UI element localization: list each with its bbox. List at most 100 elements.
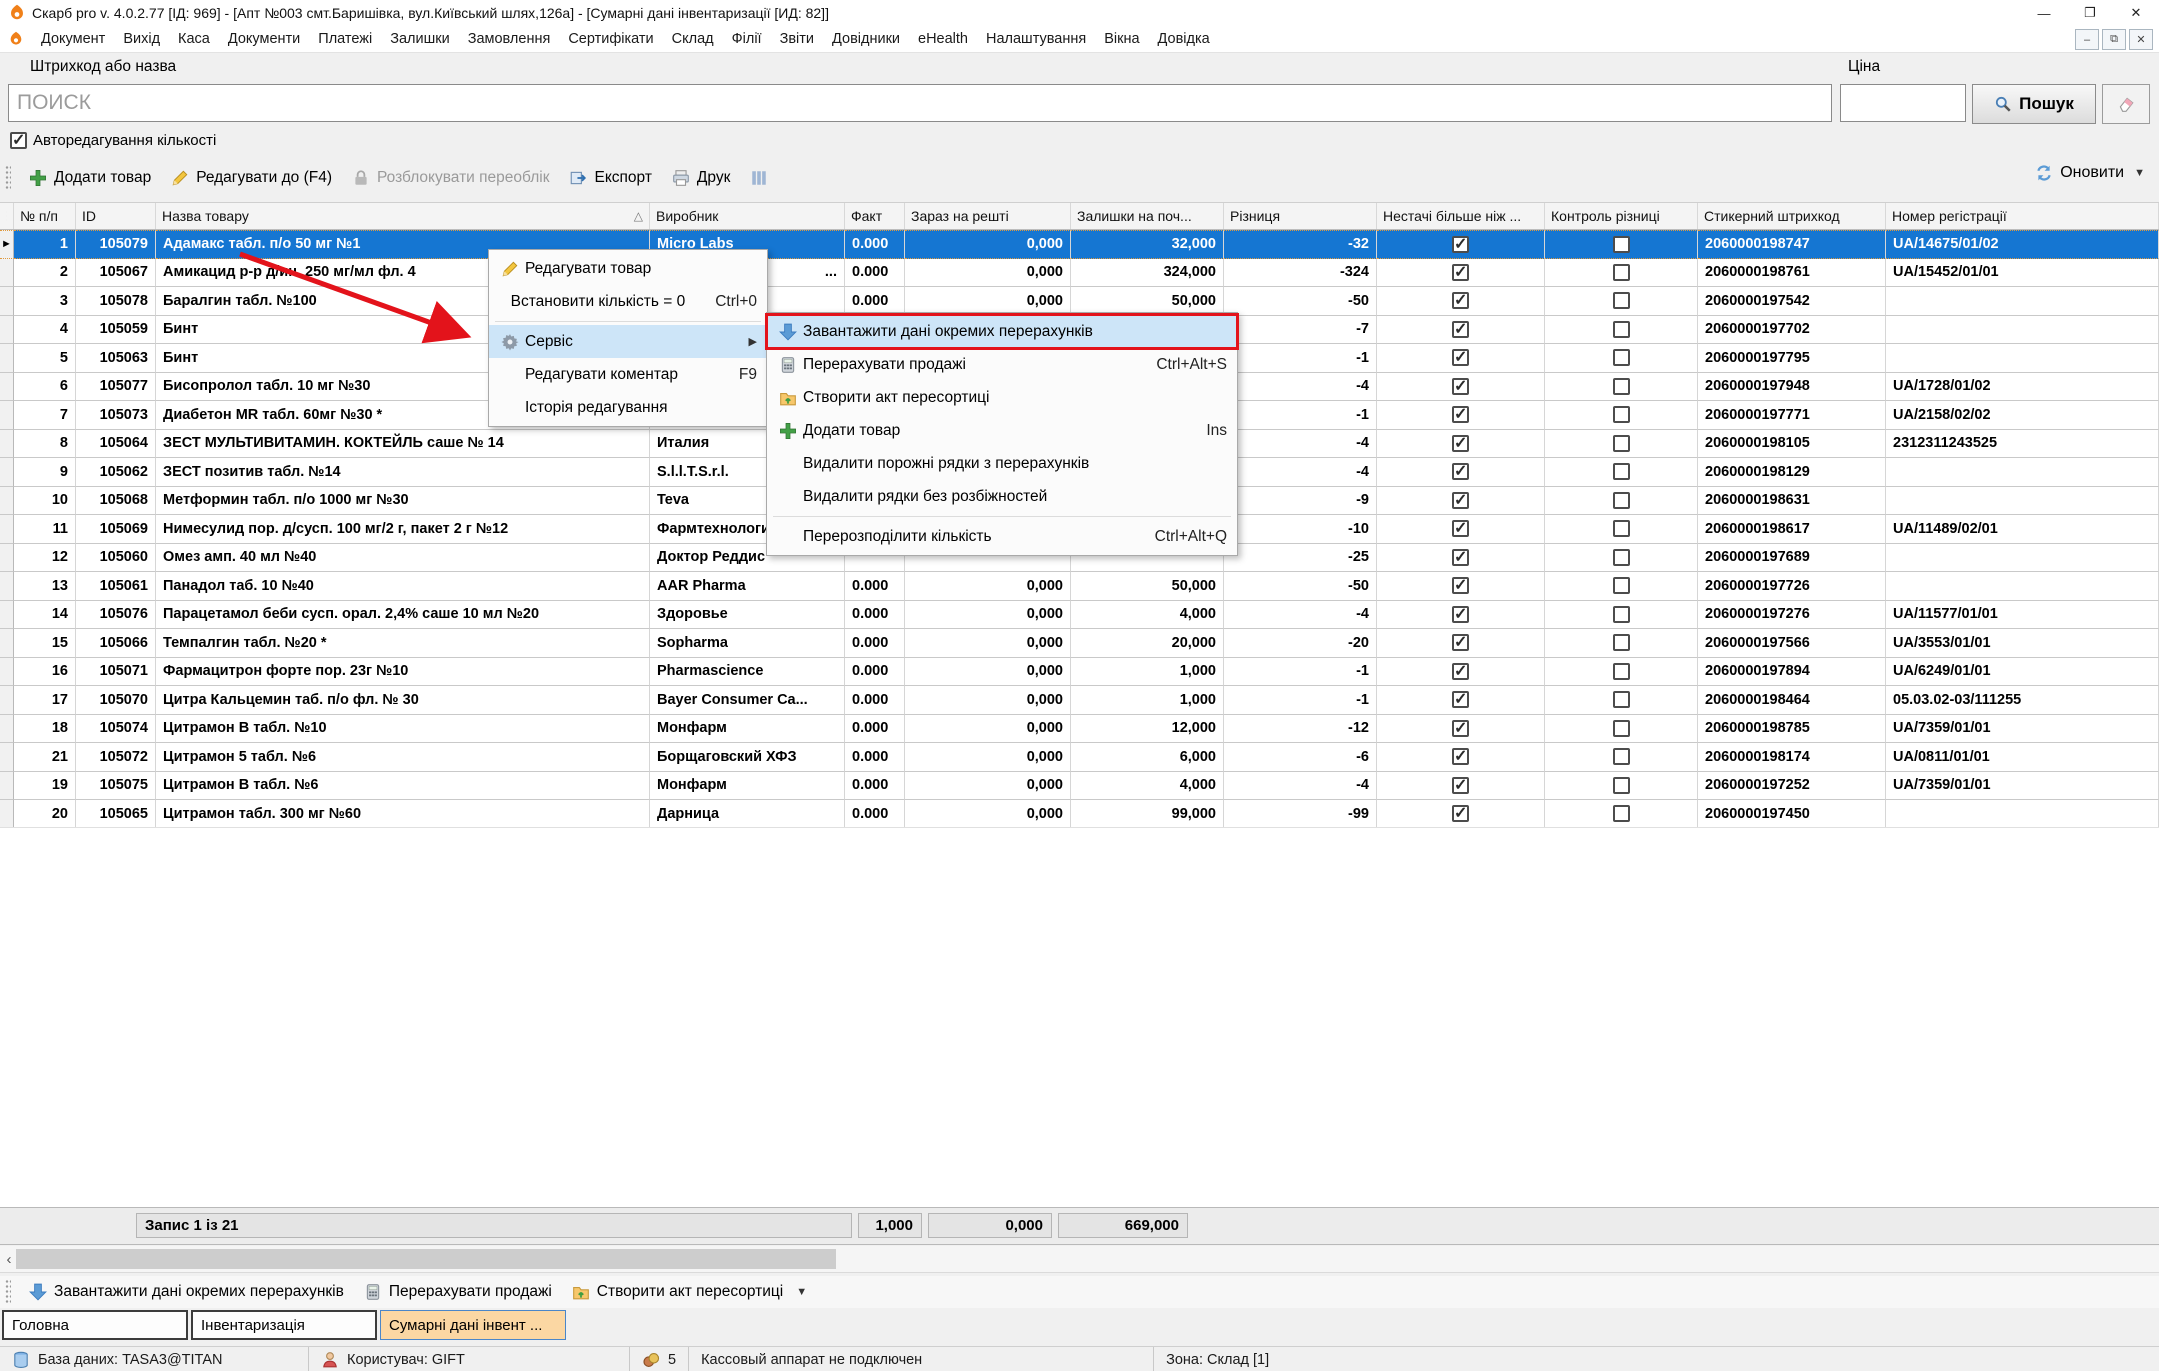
cell-mfr[interactable]: Монфарм	[650, 715, 845, 744]
cell-begin[interactable]: 50,000	[1071, 572, 1224, 601]
cell-reg[interactable]	[1886, 344, 2159, 373]
cell-shortage[interactable]	[1377, 458, 1545, 487]
price-input[interactable]	[1840, 84, 1966, 122]
cell-shortage[interactable]	[1377, 686, 1545, 715]
cell-id[interactable]: 105078	[76, 287, 156, 316]
chevron-down-icon[interactable]: ▼	[2134, 167, 2145, 179]
mdi-restore-button[interactable]: ⧉	[2102, 29, 2126, 50]
cell-control[interactable]	[1545, 316, 1698, 345]
minimize-button[interactable]: —	[2021, 0, 2067, 26]
shortage-checkbox[interactable]	[1452, 606, 1469, 623]
submenu-item-Видалити порожні рядки з перерахунків[interactable]: Видалити порожні рядки з перерахунків	[767, 447, 1237, 480]
mdi-close-button[interactable]: ✕	[2129, 29, 2153, 50]
cell-reg[interactable]: 05.03.02-03/111255	[1886, 686, 2159, 715]
cell-sticker[interactable]: 2060000197689	[1698, 544, 1886, 573]
shortage-checkbox[interactable]	[1452, 406, 1469, 423]
cell-sticker[interactable]: 2060000197450	[1698, 800, 1886, 829]
cell-reg[interactable]: UA/0811/01/01	[1886, 743, 2159, 772]
control-checkbox[interactable]	[1613, 435, 1630, 452]
cell-name[interactable]: ЗЕСТ позитив табл. №14	[156, 458, 650, 487]
control-checkbox[interactable]	[1613, 236, 1630, 253]
cell-sticker[interactable]: 2060000198464	[1698, 686, 1886, 715]
cell-control[interactable]	[1545, 259, 1698, 288]
cell-control[interactable]	[1545, 658, 1698, 687]
shortage-checkbox[interactable]	[1452, 748, 1469, 765]
cell-n[interactable]: 9	[14, 458, 76, 487]
cell-shortage[interactable]	[1377, 287, 1545, 316]
cell-shortage[interactable]	[1377, 430, 1545, 459]
menubar-item-замовлення[interactable]: Замовлення	[459, 28, 560, 50]
control-checkbox[interactable]	[1613, 748, 1630, 765]
cell-n[interactable]: 14	[14, 601, 76, 630]
cell-sticker[interactable]: 2060000198129	[1698, 458, 1886, 487]
toolbar-button-Друк[interactable]: Друк	[662, 165, 740, 191]
control-checkbox[interactable]	[1613, 406, 1630, 423]
cell-name[interactable]: Цитрамон В табл. №6	[156, 772, 650, 801]
cell-reg[interactable]: UA/6249/01/01	[1886, 658, 2159, 687]
column-header[interactable]: Виробник	[650, 203, 845, 229]
control-checkbox[interactable]	[1613, 292, 1630, 309]
cell-mfr[interactable]: AAR Pharma	[650, 572, 845, 601]
cell-sticker[interactable]: 2060000197566	[1698, 629, 1886, 658]
cell-control[interactable]	[1545, 515, 1698, 544]
cell-id[interactable]: 105059	[76, 316, 156, 345]
cell-diff[interactable]: -4	[1224, 430, 1377, 459]
cell-control[interactable]	[1545, 344, 1698, 373]
cell-begin[interactable]: 6,000	[1071, 743, 1224, 772]
cell-control[interactable]	[1545, 686, 1698, 715]
cell-name[interactable]: Цитрамон табл. 300 мг №60	[156, 800, 650, 829]
cell-reg[interactable]	[1886, 287, 2159, 316]
cell-shortage[interactable]	[1377, 373, 1545, 402]
cell-shortage[interactable]	[1377, 800, 1545, 829]
menubar-item-довідка[interactable]: Довідка	[1149, 28, 1219, 50]
cell-sticker[interactable]: 2060000197542	[1698, 287, 1886, 316]
cell-control[interactable]	[1545, 287, 1698, 316]
close-button[interactable]: ✕	[2113, 0, 2159, 26]
cell-n[interactable]: 7	[14, 401, 76, 430]
cell-reg[interactable]: UA/1728/01/02	[1886, 373, 2159, 402]
column-header[interactable]: Залишки на поч...	[1071, 203, 1224, 229]
control-checkbox[interactable]	[1613, 549, 1630, 566]
search-button[interactable]: Пошук	[1972, 84, 2096, 124]
cell-fact[interactable]: 0.000	[845, 259, 905, 288]
cell-fact[interactable]: 0.000	[845, 658, 905, 687]
shortage-checkbox[interactable]	[1452, 463, 1469, 480]
toolbar-button-Редагувати до (F4)[interactable]: Редагувати до (F4)	[161, 165, 342, 191]
cell-now[interactable]: 0,000	[905, 686, 1071, 715]
cell-control[interactable]	[1545, 544, 1698, 573]
column-header[interactable]: № п/п	[14, 203, 76, 229]
cell-id[interactable]: 105077	[76, 373, 156, 402]
cell-shortage[interactable]	[1377, 629, 1545, 658]
cell-sticker[interactable]: 2060000197726	[1698, 572, 1886, 601]
cell-name[interactable]: Цитра Кальцемин таб. п/о фл. № 30	[156, 686, 650, 715]
submenu-item-Перерозподілити кількість[interactable]: Перерозподілити кількістьCtrl+Alt+Q	[767, 520, 1237, 553]
column-header[interactable]: Назва товару△	[156, 203, 650, 229]
toolbar-button-Розблокувати переоблік[interactable]: Розблокувати переоблік	[342, 165, 560, 191]
cell-name[interactable]: Панадол таб. 10 №40	[156, 572, 650, 601]
table-row[interactable]: ►1105079Адамакс табл. п/о 50 мг №1Micro …	[0, 230, 2159, 259]
cell-diff[interactable]: -50	[1224, 287, 1377, 316]
table-row[interactable]: 21105072Цитрамон 5 табл. №6Борщаговский …	[0, 743, 2159, 772]
cell-shortage[interactable]	[1377, 344, 1545, 373]
cell-begin[interactable]: 32,000	[1071, 230, 1224, 259]
submenu-item-Перерахувати продажі[interactable]: Перерахувати продажіCtrl+Alt+S	[767, 348, 1237, 381]
cell-begin[interactable]: 12,000	[1071, 715, 1224, 744]
cell-reg[interactable]: UA/14675/01/02	[1886, 230, 2159, 259]
cell-reg[interactable]	[1886, 572, 2159, 601]
cell-id[interactable]: 105071	[76, 658, 156, 687]
cell-sticker[interactable]: 2060000198105	[1698, 430, 1886, 459]
cell-reg[interactable]	[1886, 544, 2159, 573]
cell-begin[interactable]: 99,000	[1071, 800, 1224, 829]
cell-shortage[interactable]	[1377, 230, 1545, 259]
cell-name[interactable]: Фармацитрон форте пор. 23г №10	[156, 658, 650, 687]
context-menu-item-Історія редагування[interactable]: Історія редагування	[489, 391, 767, 424]
submenu-item-Видалити рядки без розбіжностей[interactable]: Видалити рядки без розбіжностей	[767, 480, 1237, 513]
cell-n[interactable]: 8	[14, 430, 76, 459]
cell-diff[interactable]: -9	[1224, 487, 1377, 516]
context-menu-item-Редагувати коментар[interactable]: Редагувати коментарF9	[489, 358, 767, 391]
cell-name[interactable]: ЗЕСТ МУЛЬТИВИТАМИН. КОКТЕЙЛЬ саше № 14	[156, 430, 650, 459]
cell-mfr[interactable]: Bayer Consumer Ca...	[650, 686, 845, 715]
cell-name[interactable]: Метформин табл. п/о 1000 мг №30	[156, 487, 650, 516]
cell-mfr[interactable]: Дарница	[650, 800, 845, 829]
cell-diff[interactable]: -4	[1224, 373, 1377, 402]
